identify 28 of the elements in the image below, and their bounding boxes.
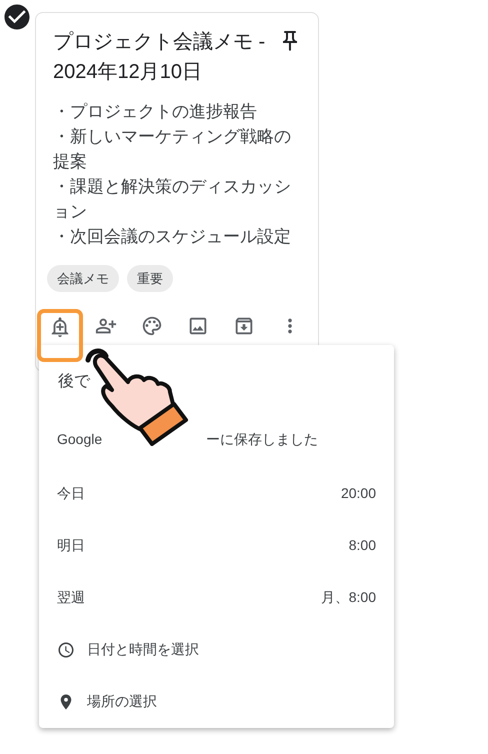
note-body-line: ・次回会議のスケジュール設定 (53, 226, 292, 248)
note-body-line: ・新しいマーケティング戦略の提案 (53, 126, 292, 173)
reminder-option[interactable]: 翌週 月、8:00 (39, 572, 394, 624)
label-chip[interactable]: 会議メモ (47, 265, 119, 292)
note-card[interactable]: プロジェクト会議メモ - 2024年12月10日 ・プロジェクトの進捗報告 ・新しいマーケティング戦略の提案 ・課題と解決策のディスカッション ・次回会議のスケジュール設定 会議メモ 重要 (35, 12, 319, 372)
note-body-line: ・課題と解決策のディスカッション (53, 176, 292, 223)
reminder-option[interactable]: 今日 20:00 (39, 467, 394, 520)
option-time: 8:00 (348, 536, 376, 556)
option-label: 今日 (57, 484, 85, 503)
selected-check-icon[interactable] (2, 2, 32, 32)
menu-header: 後で (58, 372, 90, 392)
option-label: 翌週 (57, 588, 85, 608)
reminder-option[interactable]: 日付と時間を選択 (39, 624, 394, 676)
note-title: プロジェクト会議メモ - 2024年12月10日 (53, 30, 266, 85)
saved-info-text: ーに保存しました (206, 430, 318, 449)
option-label: 場所の選択 (87, 692, 157, 712)
bell-plus-icon (49, 316, 71, 338)
label-chip[interactable]: 重要 (127, 265, 173, 292)
saved-info-text: Google (57, 430, 102, 449)
option-label: 明日 (57, 536, 85, 556)
reminder-option[interactable]: 場所の選択 (39, 676, 394, 728)
option-time: 20:00 (340, 484, 376, 503)
reminder-option[interactable]: 明日 8:00 (39, 519, 394, 572)
option-label: 日付と時間を選択 (87, 640, 199, 660)
option-time: 月、8:00 (320, 588, 376, 608)
add-reminder-button[interactable] (37, 309, 83, 362)
note-body-line: ・プロジェクトの進捗報告 (53, 101, 258, 123)
clock-icon (57, 640, 75, 659)
